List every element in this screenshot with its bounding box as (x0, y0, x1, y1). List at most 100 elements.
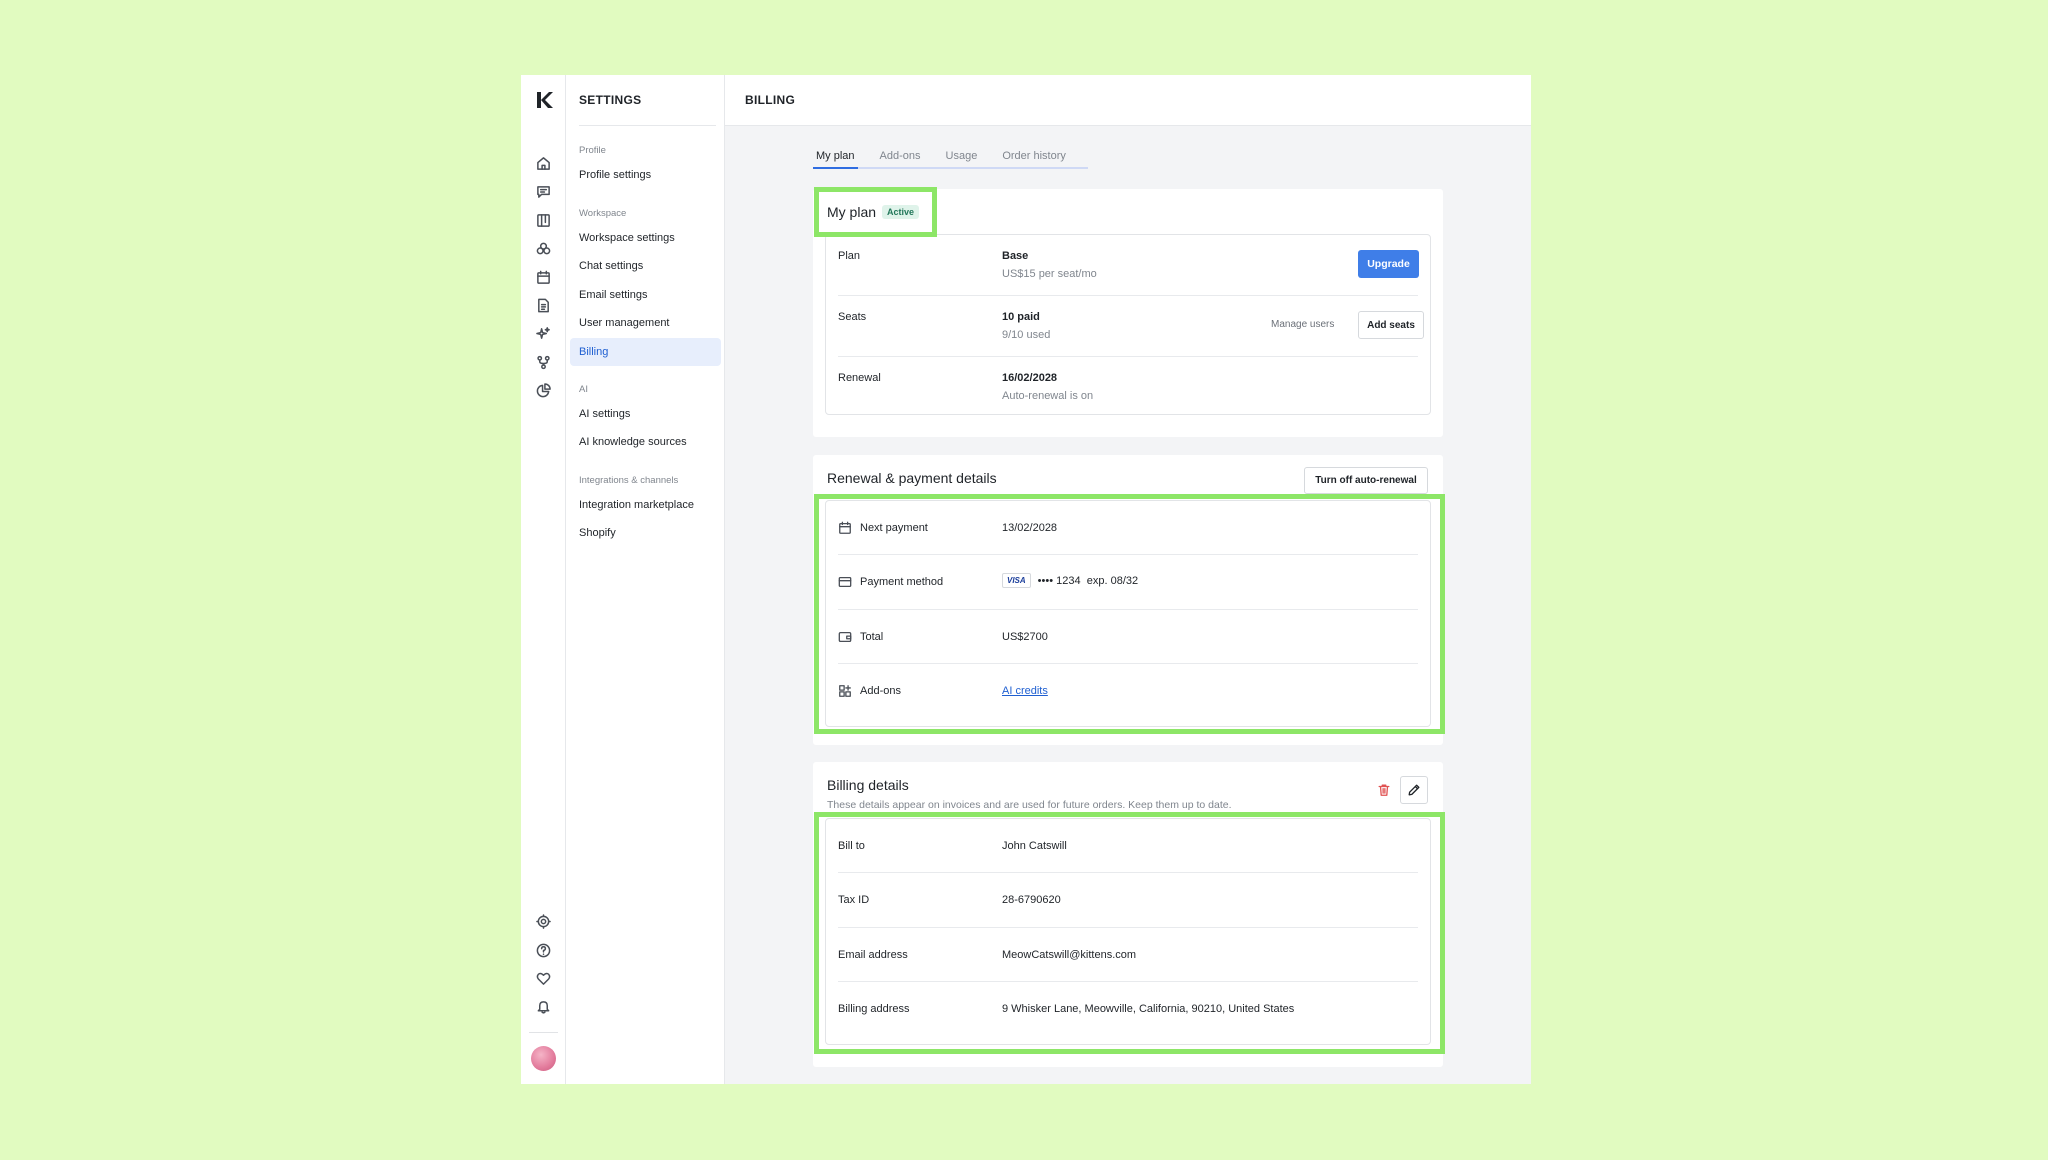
my-plan-title: My plan Active (827, 204, 920, 220)
sparkle-icon[interactable] (533, 323, 553, 343)
main-content: BILLING My plan Add-ons Usage Order hist… (725, 75, 1531, 1084)
sidebar-item-user-management[interactable]: User management (570, 309, 721, 337)
sidebar-divider (579, 125, 716, 126)
top-bar: BILLING (725, 75, 1531, 126)
bill-to-value: John Catswill (1002, 840, 1067, 852)
settings-icon[interactable] (533, 911, 553, 931)
rail-divider (529, 1032, 558, 1033)
app-window: SETTINGS Profile Profile settings Worksp… (521, 75, 1531, 1084)
wallet-icon (838, 630, 852, 644)
group-ai: AI (579, 384, 588, 395)
payment-method-value: VISA •••• 1234 exp. 08/32 (1002, 573, 1138, 588)
tax-id-value: 28-6790620 (1002, 894, 1061, 906)
next-payment-value: 13/02/2028 (1002, 522, 1058, 534)
group-workspace: Workspace (579, 208, 627, 219)
bill-to-row: Bill to John Catswill (838, 819, 1418, 873)
email-label: Email address (838, 949, 908, 961)
contacts-icon[interactable] (533, 238, 553, 258)
billing-details-card: Billing details These details appear on … (813, 762, 1443, 1067)
add-seats-button[interactable]: Add seats (1358, 311, 1424, 339)
sidebar-item-ai-knowledge-sources[interactable]: AI knowledge sources (570, 428, 721, 456)
chat-icon[interactable] (533, 181, 553, 201)
manage-users-button[interactable]: Manage users (1271, 319, 1334, 330)
seats-used: 9/10 used (1002, 329, 1051, 341)
email-value: MeowCatswill@kittens.com (1002, 949, 1137, 961)
sidebar-item-ai-settings[interactable]: AI settings (570, 400, 721, 428)
home-icon[interactable] (533, 153, 553, 173)
calendar-icon[interactable] (533, 267, 553, 287)
page-title: BILLING (745, 93, 796, 107)
payment-method-row: Payment method VISA •••• 1234 exp. 08/32 (838, 555, 1418, 610)
group-integrations: Integrations & channels (579, 475, 679, 486)
sidebar-item-billing[interactable]: Billing (570, 338, 721, 366)
add-ons-icon (838, 684, 852, 698)
renewal-label: Renewal (838, 372, 881, 384)
sidebar-item-chat-settings[interactable]: Chat settings (570, 252, 721, 280)
tab-usage[interactable]: Usage (943, 147, 981, 167)
document-icon[interactable] (533, 295, 553, 315)
billing-details-list: Bill to John Catswill Tax ID 28-6790620 … (825, 818, 1431, 1045)
tab-my-plan[interactable]: My plan (813, 147, 858, 169)
my-plan-title-text: My plan (827, 204, 877, 220)
card-expiry: exp. 08/32 (1086, 575, 1139, 587)
seats-row: Seats 10 paid 9/10 used Manage users Add… (838, 296, 1424, 357)
heart-icon[interactable] (533, 968, 553, 988)
tax-id-row: Tax ID 28-6790620 (838, 873, 1418, 928)
billing-details-subtitle: These details appear on invoices and are… (827, 799, 1232, 811)
billing-address-label: Billing address (838, 1003, 910, 1015)
group-profile: Profile (579, 145, 606, 156)
help-icon[interactable] (533, 940, 553, 960)
workflow-icon[interactable] (533, 352, 553, 372)
logo-icon[interactable] (533, 89, 555, 111)
auto-renewal-status: Auto-renewal is on (1002, 390, 1094, 402)
sidebar-title: SETTINGS (579, 93, 642, 107)
visa-logo: VISA (1002, 573, 1031, 588)
renewal-payment-card: Renewal & payment details Turn off auto-… (813, 455, 1443, 745)
bell-icon[interactable] (533, 996, 553, 1016)
sidebar-item-workspace-settings[interactable]: Workspace settings (570, 224, 721, 252)
plan-price: US$15 per seat/mo (1002, 268, 1097, 280)
seats-label: Seats (838, 311, 867, 323)
billing-address-value: 9 Whisker Lane, Meowville, California, 9… (1002, 1003, 1295, 1015)
sidebar-item-email-settings[interactable]: Email settings (570, 281, 721, 309)
my-plan-card: My plan Active Plan Base US$15 per seat/m… (813, 189, 1443, 437)
plan-value: Base (1002, 250, 1029, 262)
tab-add-ons[interactable]: Add-ons (877, 147, 924, 167)
trash-icon (1378, 784, 1390, 796)
avatar[interactable] (531, 1046, 556, 1071)
total-value: US$2700 (1002, 631, 1048, 643)
payment-method-label: Payment method (860, 576, 944, 588)
ai-credits-link[interactable]: AI credits (1002, 685, 1048, 697)
sidebar-item-integration-marketplace[interactable]: Integration marketplace (570, 491, 721, 519)
tab-order-history[interactable]: Order history (999, 147, 1069, 167)
total-row: Total US$2700 (838, 610, 1418, 664)
next-payment-label: Next payment (860, 522, 928, 534)
seats-value: 10 paid (1002, 311, 1040, 323)
plan-row: Plan Base US$15 per seat/mo Upgrade (838, 235, 1419, 296)
plan-details: Plan Base US$15 per seat/mo Upgrade Seat… (825, 234, 1431, 415)
plan-label: Plan (838, 250, 861, 262)
addons-label: Add-ons (860, 685, 901, 697)
upgrade-button[interactable]: Upgrade (1358, 250, 1419, 278)
credit-card-icon (838, 575, 852, 589)
pencil-icon (1408, 784, 1420, 796)
bill-to-label: Bill to (838, 840, 865, 852)
addons-value: AI credits (1002, 685, 1048, 697)
sidebar-item-profile-settings[interactable]: Profile settings (570, 161, 721, 189)
turn-off-auto-renewal-button[interactable]: Turn off auto-renewal (1304, 467, 1428, 494)
renewal-row: Renewal 16/02/2028 Auto-renewal is on (838, 357, 1418, 415)
renewal-title: Renewal & payment details (827, 470, 997, 486)
calendar-icon (838, 521, 852, 535)
analytics-icon[interactable] (533, 380, 553, 400)
billing-address-row: Billing address 9 Whisker Lane, Meowvill… (838, 982, 1418, 1036)
addons-row: Add-ons AI credits (838, 664, 1418, 718)
billing-details-title: Billing details (827, 777, 909, 793)
icon-rail (521, 75, 566, 1084)
billing-tabs: My plan Add-ons Usage Order history (813, 147, 1088, 169)
sidebar-item-shopify[interactable]: Shopify (570, 519, 721, 547)
edit-button[interactable] (1400, 776, 1428, 804)
next-payment-row: Next payment 13/02/2028 (838, 501, 1418, 555)
card-number: •••• 1234 (1037, 575, 1081, 587)
board-icon[interactable] (533, 210, 553, 230)
delete-button[interactable] (1370, 776, 1398, 804)
